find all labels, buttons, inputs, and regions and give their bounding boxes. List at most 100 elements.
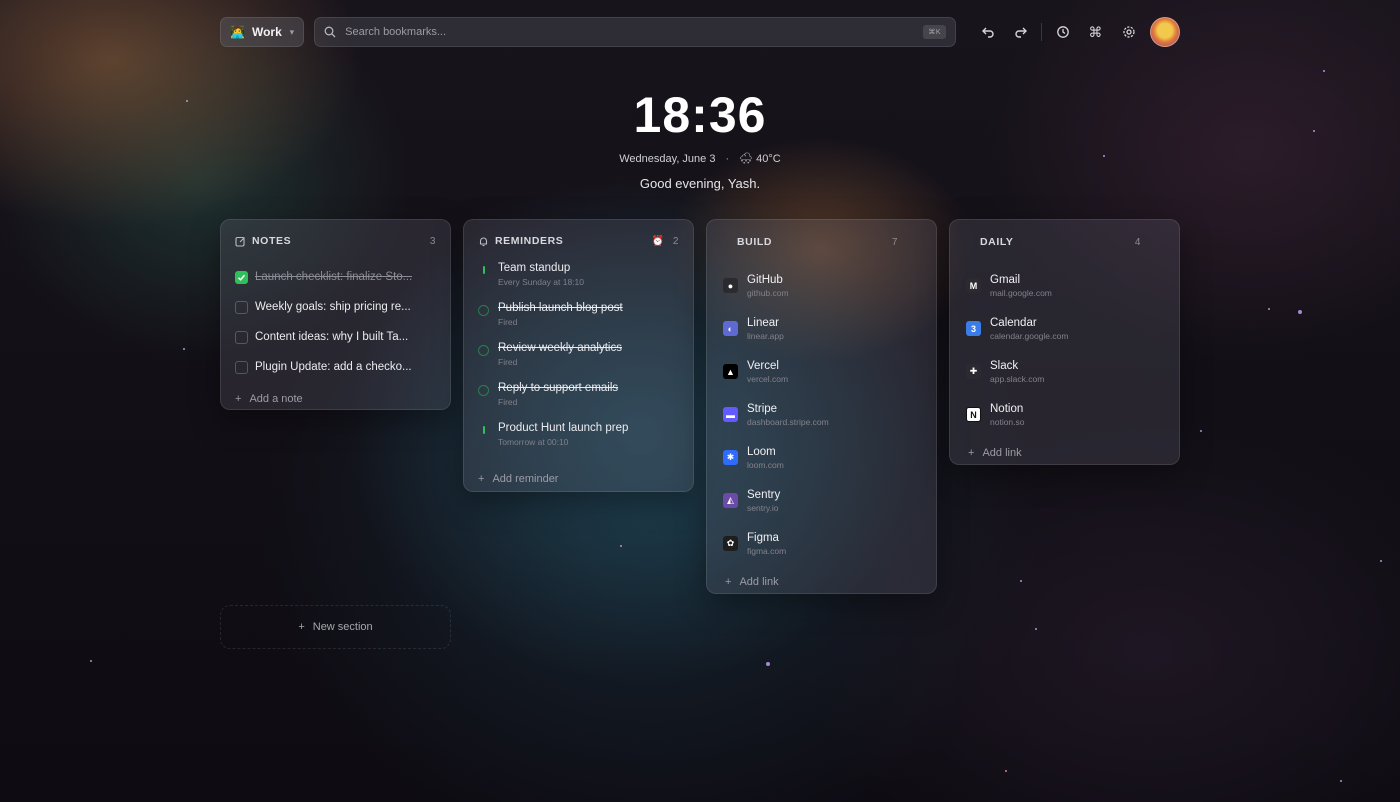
reminder-text: Product Hunt launch prep Tomorrow at 00:1…: [498, 422, 628, 462]
new-section-label: New section: [312, 621, 373, 633]
notes-card: NOTES 3 Launch checklist: finalize Sto..…: [220, 219, 451, 410]
bookmark-name: Calendar: [990, 316, 1037, 329]
bookmark-text: Calendar calendar.google.com: [990, 317, 1068, 341]
build-links: ● GitHub github.com ◐ Linear linear.app ▲ Verce…: [707, 264, 936, 565]
bookmark-text: Slack app.slack.com: [990, 360, 1044, 384]
weather: 🌨 40°C: [739, 152, 781, 165]
notes-header: NOTES 3: [221, 220, 450, 262]
add-daily-link-button[interactable]: + Add link: [950, 436, 1179, 470]
bookmark-text: Vercel vercel.com: [747, 360, 788, 384]
github-icon: ●: [723, 278, 738, 293]
note-icon: [235, 236, 246, 247]
reminder-text: Reply to support emails Fired: [498, 382, 618, 422]
bookmark-url: github.com: [747, 287, 789, 298]
add-reminder-button[interactable]: + Add reminder: [464, 462, 693, 496]
plus-icon: +: [478, 473, 485, 485]
figma-icon: ✿: [723, 536, 738, 551]
command-palette-button[interactable]: ⌘: [1079, 17, 1112, 47]
bookmark-url: dashboard.stripe.com: [747, 416, 829, 427]
settings-button[interactable]: [1112, 17, 1145, 47]
search-bar[interactable]: Search bookmarks... ⌘K: [314, 17, 956, 47]
build-title: BUILD: [737, 236, 773, 248]
reminder-title: Product Hunt launch prep: [498, 422, 629, 434]
note-text: Launch checklist: finalize Sto...: [255, 271, 413, 283]
workspace-switcher[interactable]: 🧑‍💻 Work ▾: [220, 17, 305, 47]
reminders-count: 2: [672, 235, 679, 247]
note-item[interactable]: Plugin Update: add a checko...: [221, 352, 450, 382]
new-section-button[interactable]: + New section: [220, 605, 451, 649]
build-card: BUILD 7 ● GitHub github.com ◐ Linear linear.a…: [706, 219, 937, 594]
reminder-item[interactable]: Team standup Every Sunday at 18:10: [464, 262, 693, 302]
slack-icon: ✚: [966, 364, 981, 379]
reminder-title: Review weekly analytics: [498, 342, 622, 354]
bookmark-link[interactable]: N Notion notion.so: [950, 393, 1179, 436]
reminder-fired-indicator: [478, 302, 489, 342]
bookmark-text: Gmail mail.google.com: [990, 274, 1052, 298]
notion-icon: N: [966, 407, 981, 422]
bookmark-link[interactable]: ✚ Slack app.slack.com: [950, 350, 1179, 393]
bookmark-url: calendar.google.com: [990, 330, 1069, 341]
reminder-subtitle: Fired: [498, 397, 518, 407]
bookmark-link[interactable]: M Gmail mail.google.com: [950, 264, 1179, 307]
active-bar: [482, 426, 485, 434]
reminder-text: Team standup Every Sunday at 18:10: [498, 262, 584, 302]
reminder-item[interactable]: Review weekly analytics Fired: [464, 342, 693, 382]
circle-icon: [478, 385, 489, 396]
bookmark-link[interactable]: ● GitHub github.com: [707, 264, 936, 307]
add-note-button[interactable]: + Add a note: [221, 382, 450, 416]
bookmark-text: Notion notion.so: [990, 403, 1025, 427]
note-item[interactable]: Launch checklist: finalize Sto...: [221, 262, 450, 292]
add-build-link-button[interactable]: + Add link: [707, 565, 936, 599]
bookmark-link[interactable]: ▲ Vercel vercel.com: [707, 350, 936, 393]
add-link-label: Add link: [739, 576, 779, 588]
reminders-card: REMINDERS ⏰ 2 Team standup Every Sunday a…: [463, 219, 694, 492]
bookmark-name: Slack: [990, 359, 1019, 372]
reminders-header: REMINDERS ⏰ 2: [464, 220, 693, 262]
note-checkbox[interactable]: [235, 330, 248, 344]
bookmark-link[interactable]: ▬ Stripe dashboard.stripe.com: [707, 393, 936, 436]
greeting: Good evening, Yash.: [639, 176, 761, 191]
search-shortcut-badge: ⌘K: [923, 25, 946, 39]
top-bar: 🧑‍💻 Work ▾ Search bookmarks... ⌘K ⌘: [220, 17, 1180, 47]
add-note-label: Add a note: [249, 393, 303, 405]
history-button[interactable]: [1046, 17, 1079, 47]
bookmark-name: GitHub: [747, 273, 783, 286]
note-text: Content ideas: why I built Ta...: [255, 331, 409, 343]
redo-button[interactable]: [1004, 17, 1037, 47]
bookmark-name: Notion: [990, 402, 1024, 415]
bookmark-name: Stripe: [747, 402, 778, 415]
search-icon: [324, 26, 336, 38]
reminder-active-indicator: [478, 262, 489, 302]
weather-icon: 🌨: [739, 153, 754, 165]
search-input[interactable]: Search bookmarks...: [345, 26, 914, 38]
reminder-item[interactable]: Product Hunt launch prep Tomorrow at 00:1…: [464, 422, 693, 462]
bookmark-link[interactable]: 3 Calendar calendar.google.com: [950, 307, 1179, 350]
bookmark-name: Sentry: [747, 488, 781, 501]
note-checkbox[interactable]: [235, 300, 248, 314]
bookmark-text: GitHub github.com: [747, 274, 789, 298]
bookmark-text: Linear linear.app: [747, 317, 784, 341]
reminders-meta: ⏰ 2: [652, 236, 679, 247]
plus-icon: +: [298, 621, 305, 633]
bookmark-link[interactable]: ◭ Sentry sentry.io: [707, 479, 936, 522]
reminder-item[interactable]: Publish launch blog post Fired: [464, 302, 693, 342]
note-checkbox[interactable]: [235, 360, 248, 374]
undo-button[interactable]: [971, 17, 1004, 47]
bookmark-link[interactable]: ✱ Loom loom.com: [707, 436, 936, 479]
build-header: BUILD 7: [707, 220, 936, 264]
note-item[interactable]: Content ideas: why I built Ta...: [221, 322, 450, 352]
reminders-title: REMINDERS: [495, 235, 564, 247]
note-checkbox[interactable]: [235, 270, 248, 284]
avatar[interactable]: [1150, 17, 1180, 47]
separator-dot: ·: [725, 152, 730, 165]
bookmark-name: Loom: [747, 445, 776, 458]
reminder-title: Reply to support emails: [498, 382, 619, 394]
reminder-text: Publish launch blog post Fired: [498, 302, 623, 342]
circle-icon: [478, 345, 489, 356]
note-item[interactable]: Weekly goals: ship pricing re...: [221, 292, 450, 322]
bookmark-link[interactable]: ◐ Linear linear.app: [707, 307, 936, 350]
reminder-title: Publish launch blog post: [498, 302, 623, 314]
reminder-item[interactable]: Reply to support emails Fired: [464, 382, 693, 422]
bookmark-url: linear.app: [747, 330, 784, 341]
bookmark-link[interactable]: ✿ Figma figma.com: [707, 522, 936, 565]
